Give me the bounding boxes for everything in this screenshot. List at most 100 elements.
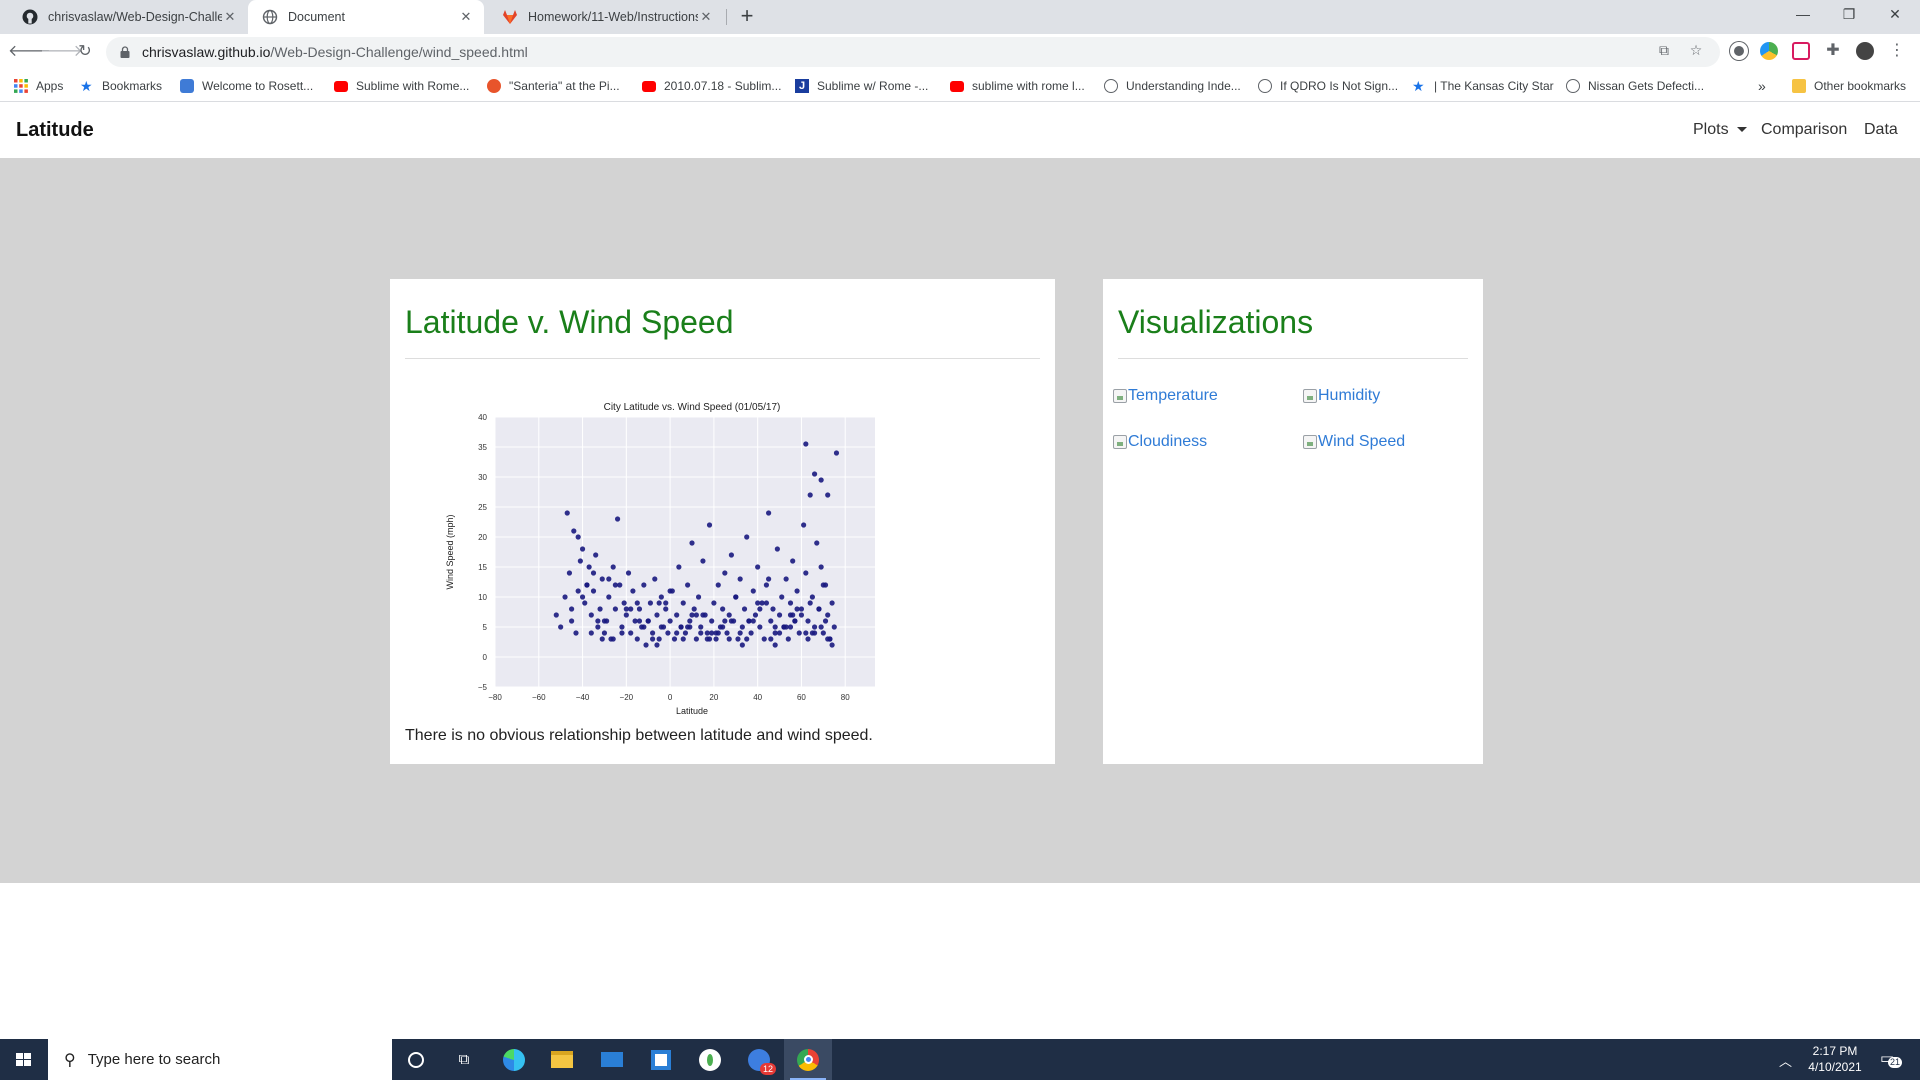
pocket-icon[interactable] — [1792, 42, 1810, 60]
close-window-button[interactable]: ✕ — [1872, 0, 1918, 30]
viz-link-cloudiness[interactable]: Cloudiness — [1113, 433, 1207, 451]
bookmark-apps[interactable]: Apps — [14, 77, 63, 95]
close-icon[interactable]: ✕ — [698, 9, 714, 25]
taskbar-clock[interactable]: 2:17 PM 4/10/2021 — [1800, 1043, 1870, 1075]
puzzle-icon[interactable]: ✚ — [1824, 42, 1842, 60]
data-point — [825, 492, 831, 498]
data-point — [744, 636, 750, 642]
data-point — [744, 534, 750, 540]
nav-data[interactable]: Data — [1864, 121, 1898, 139]
x-tick-label: −40 — [576, 693, 590, 702]
data-point — [709, 618, 715, 624]
site-brand[interactable]: Latitude — [16, 119, 94, 142]
data-point — [726, 612, 732, 618]
data-point — [606, 576, 612, 582]
menu-kebab-icon[interactable]: ⋮ — [1888, 42, 1906, 60]
action-center-button[interactable]: ▭ 21 — [1880, 1049, 1903, 1068]
y-tick-label: 40 — [478, 413, 487, 422]
bookmark-item[interactable]: Nissan Gets Defecti... — [1566, 77, 1704, 95]
bookmark-item[interactable]: "Santeria" at the Pi... — [487, 77, 620, 95]
bookmark-label: Understanding Inde... — [1126, 79, 1241, 93]
data-point — [569, 618, 575, 624]
nav-plots-dropdown[interactable]: Plots — [1693, 121, 1747, 139]
data-point — [818, 564, 824, 570]
heading-divider — [405, 358, 1040, 359]
minimize-button[interactable]: — — [1780, 0, 1826, 30]
taskbar-app[interactable] — [686, 1039, 734, 1080]
cortana-button[interactable] — [392, 1039, 440, 1080]
extension-color-icon[interactable] — [1760, 42, 1778, 60]
bookmark-item[interactable]: Sublime with Rome... — [334, 77, 469, 95]
data-point — [643, 642, 649, 648]
restore-button[interactable]: ❐ — [1826, 0, 1872, 30]
data-point — [783, 576, 789, 582]
data-point — [737, 576, 743, 582]
data-point — [724, 630, 730, 636]
bookmarks-overflow-button[interactable]: » — [1758, 77, 1766, 95]
folder-icon — [1792, 79, 1806, 93]
y-axis-label: Wind Speed (mph) — [445, 514, 455, 589]
data-point — [698, 624, 704, 630]
page-viewport: Latitude Plots Comparison Data Latitude … — [0, 102, 1920, 1039]
notification-badge: 12 — [759, 1062, 776, 1075]
bookmark-item[interactable]: If QDRO Is Not Sign... — [1258, 77, 1398, 95]
task-view-button[interactable]: ⧉ — [440, 1039, 488, 1080]
other-bookmarks[interactable]: Other bookmarks — [1792, 77, 1906, 95]
x-tick-label: −60 — [532, 693, 546, 702]
close-icon[interactable]: ✕ — [458, 9, 474, 25]
bookmark-item[interactable]: Understanding Inde... — [1104, 77, 1241, 95]
new-tab-button[interactable]: + — [734, 4, 760, 30]
tab-document[interactable]: Document ✕ — [248, 0, 484, 34]
viz-link-humidity[interactable]: Humidity — [1303, 387, 1380, 405]
data-point — [674, 612, 680, 618]
bookmark-star-icon[interactable]: ☆ — [1688, 42, 1704, 58]
data-point — [766, 510, 772, 516]
profile-avatar[interactable] — [1856, 42, 1874, 60]
bookmark-item[interactable]: sublime with rome l... — [950, 77, 1085, 95]
tray-chevron-up-icon[interactable]: ︿ — [1779, 1051, 1792, 1070]
back-button[interactable]: 🡐 — [8, 39, 51, 65]
data-point — [801, 522, 807, 528]
store-icon — [651, 1049, 671, 1070]
tab-github[interactable]: chrisvaslaw/Web-Design-Challenge ✕ — [8, 0, 248, 34]
translate-icon[interactable]: ⧉ — [1656, 42, 1672, 58]
data-point — [654, 642, 660, 648]
address-bar[interactable]: chrisvaslaw.github.io/Web-Design-Challen… — [106, 37, 1720, 67]
data-point — [805, 618, 811, 624]
data-point — [726, 636, 732, 642]
bookmark-item[interactable]: 2010.07.18 - Sublim... — [642, 77, 781, 95]
bookmark-item[interactable]: ★ | The Kansas City Star — [1412, 77, 1554, 95]
tab-gitlab[interactable]: Homework/11-Web/Instructions ✕ — [488, 0, 724, 34]
taskbar-edge[interactable] — [490, 1039, 538, 1080]
taskbar-store[interactable] — [637, 1039, 685, 1080]
taskbar-app-badged[interactable]: 12 — [735, 1039, 783, 1080]
forward-button[interactable]: 🡒 — [40, 39, 83, 65]
taskbar-search[interactable]: ⚲ Type here to search — [48, 1039, 392, 1080]
taskbar-chrome[interactable] — [784, 1039, 832, 1080]
data-point — [807, 492, 813, 498]
data-point — [720, 606, 726, 612]
bookmark-item[interactable]: ★ Bookmarks — [80, 77, 162, 95]
taskbar-explorer[interactable] — [538, 1039, 586, 1080]
task-view-icon: ⧉ — [458, 1051, 470, 1068]
viz-link-temperature[interactable]: Temperature — [1113, 387, 1218, 405]
close-icon[interactable]: ✕ — [222, 9, 238, 25]
data-point — [599, 636, 605, 642]
x-tick-label: 40 — [753, 693, 762, 702]
data-point — [579, 594, 586, 600]
taskbar-mail[interactable] — [588, 1039, 636, 1080]
data-point — [656, 600, 662, 606]
start-button[interactable] — [0, 1039, 48, 1080]
data-point — [704, 636, 710, 642]
scatter-chart: −80−60−40−20020406080100−505101520253035… — [435, 392, 896, 732]
data-point — [790, 612, 796, 618]
data-point — [590, 570, 597, 576]
viz-link-wind-speed[interactable]: Wind Speed — [1303, 433, 1405, 451]
youtube-icon — [642, 80, 656, 92]
bookmark-item[interactable]: J Sublime w/ Rome -... — [795, 77, 928, 95]
reload-button[interactable]: ↻ — [72, 39, 98, 65]
nav-comparison[interactable]: Comparison — [1761, 121, 1847, 139]
bookmark-item[interactable]: Welcome to Rosett... — [180, 77, 313, 95]
extension-circle-icon[interactable] — [1730, 42, 1748, 60]
x-tick-label: 80 — [841, 693, 850, 702]
